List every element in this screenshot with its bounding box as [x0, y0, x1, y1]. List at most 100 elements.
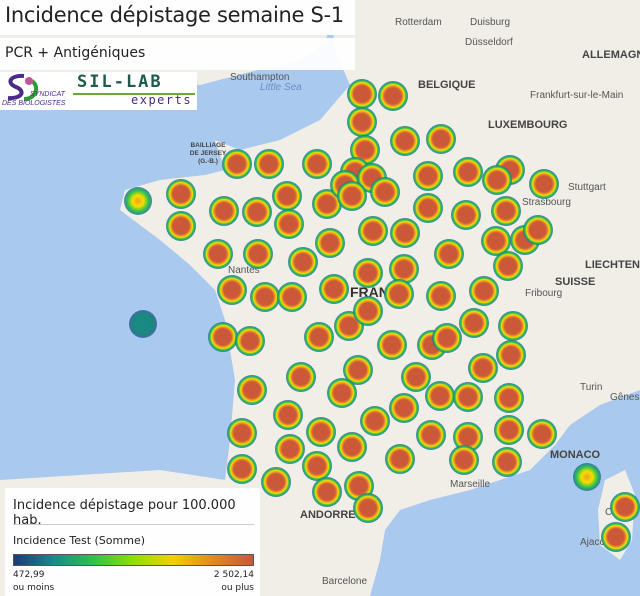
syndicat-line2: DES BIOLOGISTES — [2, 100, 66, 107]
incidence-bubble[interactable] — [390, 126, 420, 156]
incidence-bubble[interactable] — [527, 419, 557, 449]
syndicat-line1: SYNDICAT — [30, 91, 65, 98]
incidence-bubble[interactable] — [347, 107, 377, 137]
incidence-bubble[interactable] — [432, 323, 462, 353]
incidence-bubble[interactable] — [360, 406, 390, 436]
incidence-bubble[interactable] — [306, 417, 336, 447]
map-label: ANDORRE — [300, 509, 356, 521]
incidence-bubble[interactable] — [401, 362, 431, 392]
incidence-bubble[interactable] — [237, 375, 267, 405]
incidence-bubble[interactable] — [254, 149, 284, 179]
incidence-bubble[interactable] — [353, 258, 383, 288]
incidence-bubble[interactable] — [315, 228, 345, 258]
incidence-bubble[interactable] — [209, 196, 239, 226]
incidence-bubble[interactable] — [469, 276, 499, 306]
incidence-bubble[interactable] — [288, 247, 318, 277]
incidence-bubble[interactable] — [243, 239, 273, 269]
incidence-bubble[interactable] — [272, 181, 302, 211]
incidence-bubble[interactable] — [302, 451, 332, 481]
incidence-bubble[interactable] — [337, 181, 367, 211]
incidence-bubble[interactable] — [353, 296, 383, 326]
incidence-bubble[interactable] — [496, 340, 526, 370]
incidence-bubble[interactable] — [385, 444, 415, 474]
incidence-bubble[interactable] — [358, 216, 388, 246]
map-label: Barcelone — [322, 576, 367, 587]
map-label: Frankfurt-sur-le-Main — [530, 90, 623, 101]
sillab-line2: experts — [131, 93, 193, 107]
incidence-bubble[interactable] — [413, 193, 443, 223]
incidence-bubble[interactable] — [274, 209, 304, 239]
incidence-bubble[interactable] — [319, 274, 349, 304]
logos-panel: SYNDICAT DES BIOLOGISTES SIL-LAB experts — [0, 72, 197, 110]
incidence-bubble[interactable] — [492, 447, 522, 477]
incidence-bubble[interactable] — [337, 432, 367, 462]
incidence-bubble[interactable] — [242, 197, 272, 227]
incidence-bubble[interactable] — [482, 165, 512, 195]
incidence-bubble[interactable] — [449, 445, 479, 475]
incidence-bubble[interactable] — [413, 161, 443, 191]
incidence-bubble[interactable] — [451, 200, 481, 230]
incidence-bubble[interactable] — [425, 381, 455, 411]
incidence-bubble[interactable] — [493, 251, 523, 281]
incidence-bubble[interactable] — [426, 281, 456, 311]
incidence-bubble[interactable] — [166, 179, 196, 209]
incidence-bubble[interactable] — [208, 322, 238, 352]
incidence-bubble[interactable] — [370, 177, 400, 207]
incidence-bubble[interactable] — [389, 393, 419, 423]
incidence-bubble[interactable] — [453, 157, 483, 187]
incidence-bubble[interactable] — [494, 383, 524, 413]
incidence-bubble[interactable] — [523, 215, 553, 245]
incidence-bubble[interactable] — [378, 81, 408, 111]
incidence-bubble[interactable] — [491, 196, 521, 226]
incidence-bubble[interactable] — [389, 254, 419, 284]
map-label: SUISSE — [555, 276, 595, 288]
incidence-bubble[interactable] — [434, 239, 464, 269]
incidence-bubble[interactable] — [250, 282, 280, 312]
incidence-bubble[interactable] — [217, 275, 247, 305]
incidence-bubble[interactable] — [277, 282, 307, 312]
incidence-bubble[interactable] — [327, 378, 357, 408]
incidence-bubble[interactable] — [129, 310, 157, 338]
incidence-bubble[interactable] — [304, 322, 334, 352]
incidence-bubble[interactable] — [312, 477, 342, 507]
incidence-bubble[interactable] — [377, 330, 407, 360]
incidence-bubble[interactable] — [390, 218, 420, 248]
syndicat-logo: SYNDICAT DES BIOLOGISTES — [2, 73, 74, 109]
incidence-bubble[interactable] — [416, 420, 446, 450]
incidence-bubble[interactable] — [273, 400, 303, 430]
incidence-bubble[interactable] — [302, 149, 332, 179]
map-label: Little Sea — [260, 82, 302, 93]
legend-panel: Incidence dépistage pour 100.000 hab. In… — [5, 488, 260, 596]
incidence-bubble[interactable] — [227, 454, 257, 484]
incidence-bubble[interactable] — [353, 493, 383, 523]
incidence-bubble[interactable] — [426, 124, 456, 154]
legend-gradient-bar — [13, 554, 254, 566]
incidence-bubble[interactable] — [529, 169, 559, 199]
legend-min-caption: ou moins — [13, 583, 55, 593]
incidence-bubble[interactable] — [166, 211, 196, 241]
incidence-bubble[interactable] — [494, 415, 524, 445]
incidence-bubble[interactable] — [384, 279, 414, 309]
incidence-bubble[interactable] — [124, 187, 152, 215]
map-label: ALLEMAGNE — [582, 49, 640, 61]
incidence-bubble[interactable] — [347, 79, 377, 109]
legend-field: Incidence Test (Somme) — [13, 534, 146, 547]
incidence-bubble[interactable] — [261, 467, 291, 497]
incidence-bubble[interactable] — [275, 434, 305, 464]
incidence-bubble[interactable] — [235, 326, 265, 356]
incidence-bubble[interactable] — [227, 418, 257, 448]
incidence-bubble[interactable] — [468, 353, 498, 383]
map-label: LIECHTENSTEIN — [585, 259, 640, 271]
incidence-bubble[interactable] — [203, 239, 233, 269]
incidence-bubble[interactable] — [459, 308, 489, 338]
map-label: LUXEMBOURG — [488, 119, 567, 131]
incidence-bubble[interactable] — [573, 463, 601, 491]
map-label: MONACO — [550, 449, 601, 461]
incidence-bubble[interactable] — [601, 522, 631, 552]
incidence-bubble[interactable] — [453, 382, 483, 412]
incidence-bubble[interactable] — [286, 362, 316, 392]
incidence-bubble[interactable] — [498, 311, 528, 341]
sillab-line1: SIL-LAB — [77, 72, 163, 92]
incidence-bubble[interactable] — [610, 492, 640, 522]
map-label: Duisburg — [470, 17, 510, 28]
